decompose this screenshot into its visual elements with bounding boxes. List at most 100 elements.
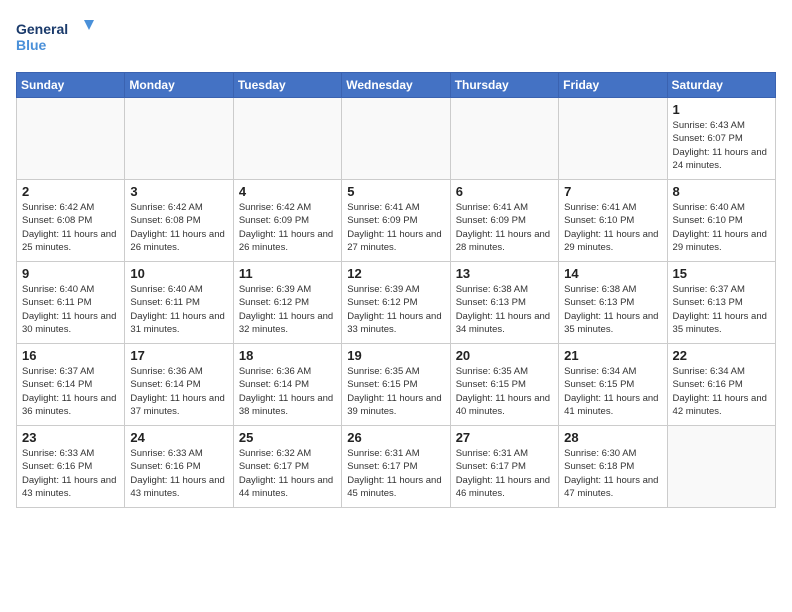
day-number: 3 [130, 184, 227, 199]
day-info: Sunrise: 6:41 AM Sunset: 6:09 PM Dayligh… [456, 201, 553, 254]
calendar-cell [233, 98, 341, 180]
day-info: Sunrise: 6:35 AM Sunset: 6:15 PM Dayligh… [347, 365, 444, 418]
day-info: Sunrise: 6:42 AM Sunset: 6:09 PM Dayligh… [239, 201, 336, 254]
day-number: 6 [456, 184, 553, 199]
day-number: 19 [347, 348, 444, 363]
day-info: Sunrise: 6:43 AM Sunset: 6:07 PM Dayligh… [673, 119, 770, 172]
day-number: 26 [347, 430, 444, 445]
day-number: 4 [239, 184, 336, 199]
calendar-cell [125, 98, 233, 180]
day-info: Sunrise: 6:42 AM Sunset: 6:08 PM Dayligh… [22, 201, 119, 254]
day-number: 24 [130, 430, 227, 445]
day-info: Sunrise: 6:41 AM Sunset: 6:09 PM Dayligh… [347, 201, 444, 254]
calendar-week-3: 16 Sunrise: 6:37 AM Sunset: 6:14 PM Dayli… [17, 344, 776, 426]
calendar-cell: 14 Sunrise: 6:38 AM Sunset: 6:13 PM Dayli… [559, 262, 667, 344]
calendar-cell [17, 98, 125, 180]
day-number: 5 [347, 184, 444, 199]
calendar: SundayMondayTuesdayWednesdayThursdayFrid… [16, 72, 776, 508]
calendar-cell: 22 Sunrise: 6:34 AM Sunset: 6:16 PM Dayli… [667, 344, 775, 426]
weekday-header-monday: Monday [125, 73, 233, 98]
day-info: Sunrise: 6:32 AM Sunset: 6:17 PM Dayligh… [239, 447, 336, 500]
day-number: 12 [347, 266, 444, 281]
calendar-cell: 16 Sunrise: 6:37 AM Sunset: 6:14 PM Dayli… [17, 344, 125, 426]
weekday-header-friday: Friday [559, 73, 667, 98]
day-info: Sunrise: 6:40 AM Sunset: 6:11 PM Dayligh… [22, 283, 119, 336]
day-info: Sunrise: 6:37 AM Sunset: 6:13 PM Dayligh… [673, 283, 770, 336]
calendar-cell: 6 Sunrise: 6:41 AM Sunset: 6:09 PM Daylig… [450, 180, 558, 262]
weekday-header-row: SundayMondayTuesdayWednesdayThursdayFrid… [17, 73, 776, 98]
calendar-week-2: 9 Sunrise: 6:40 AM Sunset: 6:11 PM Daylig… [17, 262, 776, 344]
calendar-cell: 28 Sunrise: 6:30 AM Sunset: 6:18 PM Dayli… [559, 426, 667, 508]
calendar-cell: 13Sunrise: 6:38 AM Sunset: 6:13 PM Dayli… [450, 262, 558, 344]
day-info: Sunrise: 6:33 AM Sunset: 6:16 PM Dayligh… [130, 447, 227, 500]
calendar-cell [559, 98, 667, 180]
calendar-cell: 12 Sunrise: 6:39 AM Sunset: 6:12 PM Dayli… [342, 262, 450, 344]
calendar-cell: 8Sunrise: 6:40 AM Sunset: 6:10 PM Daylig… [667, 180, 775, 262]
day-info: Sunrise: 6:34 AM Sunset: 6:15 PM Dayligh… [564, 365, 661, 418]
day-info: Sunrise: 6:33 AM Sunset: 6:16 PM Dayligh… [22, 447, 119, 500]
calendar-cell: 11 Sunrise: 6:39 AM Sunset: 6:12 PM Dayli… [233, 262, 341, 344]
day-info: Sunrise: 6:40 AM Sunset: 6:10 PM Dayligh… [673, 201, 770, 254]
calendar-cell: 23Sunrise: 6:33 AM Sunset: 6:16 PM Dayli… [17, 426, 125, 508]
day-info: Sunrise: 6:39 AM Sunset: 6:12 PM Dayligh… [347, 283, 444, 336]
day-number: 18 [239, 348, 336, 363]
day-info: Sunrise: 6:37 AM Sunset: 6:14 PM Dayligh… [22, 365, 119, 418]
day-info: Sunrise: 6:42 AM Sunset: 6:08 PM Dayligh… [130, 201, 227, 254]
svg-text:General: General [16, 21, 68, 37]
day-number: 1 [673, 102, 770, 117]
day-info: Sunrise: 6:40 AM Sunset: 6:11 PM Dayligh… [130, 283, 227, 336]
calendar-cell: 24 Sunrise: 6:33 AM Sunset: 6:16 PM Dayli… [125, 426, 233, 508]
calendar-cell: 19 Sunrise: 6:35 AM Sunset: 6:15 PM Dayli… [342, 344, 450, 426]
day-info: Sunrise: 6:39 AM Sunset: 6:12 PM Dayligh… [239, 283, 336, 336]
calendar-cell: 9 Sunrise: 6:40 AM Sunset: 6:11 PM Daylig… [17, 262, 125, 344]
calendar-cell: 10 Sunrise: 6:40 AM Sunset: 6:11 PM Dayli… [125, 262, 233, 344]
calendar-cell: 7Sunrise: 6:41 AM Sunset: 6:10 PM Daylig… [559, 180, 667, 262]
calendar-cell: 5 Sunrise: 6:41 AM Sunset: 6:09 PM Daylig… [342, 180, 450, 262]
page-header: General Blue [16, 16, 776, 60]
day-number: 2 [22, 184, 119, 199]
day-number: 14 [564, 266, 661, 281]
calendar-cell: 27 Sunrise: 6:31 AM Sunset: 6:17 PM Dayli… [450, 426, 558, 508]
day-number: 9 [22, 266, 119, 281]
calendar-cell: 17 Sunrise: 6:36 AM Sunset: 6:14 PM Dayli… [125, 344, 233, 426]
day-number: 28 [564, 430, 661, 445]
day-info: Sunrise: 6:34 AM Sunset: 6:16 PM Dayligh… [673, 365, 770, 418]
calendar-cell: 21 Sunrise: 6:34 AM Sunset: 6:15 PM Dayli… [559, 344, 667, 426]
logo: General Blue [16, 16, 96, 60]
weekday-header-thursday: Thursday [450, 73, 558, 98]
day-info: Sunrise: 6:35 AM Sunset: 6:15 PM Dayligh… [456, 365, 553, 418]
calendar-cell [450, 98, 558, 180]
calendar-cell: 20Sunrise: 6:35 AM Sunset: 6:15 PM Dayli… [450, 344, 558, 426]
day-number: 11 [239, 266, 336, 281]
calendar-week-4: 23Sunrise: 6:33 AM Sunset: 6:16 PM Dayli… [17, 426, 776, 508]
day-number: 27 [456, 430, 553, 445]
day-info: Sunrise: 6:30 AM Sunset: 6:18 PM Dayligh… [564, 447, 661, 500]
calendar-week-0: 1 Sunrise: 6:43 AM Sunset: 6:07 PM Daylig… [17, 98, 776, 180]
day-number: 7 [564, 184, 661, 199]
day-info: Sunrise: 6:31 AM Sunset: 6:17 PM Dayligh… [456, 447, 553, 500]
calendar-cell [342, 98, 450, 180]
svg-text:Blue: Blue [16, 37, 47, 53]
calendar-cell: 2 Sunrise: 6:42 AM Sunset: 6:08 PM Daylig… [17, 180, 125, 262]
day-info: Sunrise: 6:38 AM Sunset: 6:13 PM Dayligh… [564, 283, 661, 336]
day-info: Sunrise: 6:36 AM Sunset: 6:14 PM Dayligh… [130, 365, 227, 418]
weekday-header-tuesday: Tuesday [233, 73, 341, 98]
day-number: 10 [130, 266, 227, 281]
calendar-cell: 3 Sunrise: 6:42 AM Sunset: 6:08 PM Daylig… [125, 180, 233, 262]
weekday-header-sunday: Sunday [17, 73, 125, 98]
day-number: 21 [564, 348, 661, 363]
day-info: Sunrise: 6:36 AM Sunset: 6:14 PM Dayligh… [239, 365, 336, 418]
day-info: Sunrise: 6:38 AM Sunset: 6:13 PM Dayligh… [456, 283, 553, 336]
calendar-cell: 18 Sunrise: 6:36 AM Sunset: 6:14 PM Dayli… [233, 344, 341, 426]
weekday-header-wednesday: Wednesday [342, 73, 450, 98]
day-number: 17 [130, 348, 227, 363]
day-number: 15 [673, 266, 770, 281]
calendar-cell: 15 Sunrise: 6:37 AM Sunset: 6:13 PM Dayli… [667, 262, 775, 344]
calendar-cell: 25 Sunrise: 6:32 AM Sunset: 6:17 PM Dayli… [233, 426, 341, 508]
logo-svg: General Blue [16, 16, 96, 60]
calendar-week-1: 2 Sunrise: 6:42 AM Sunset: 6:08 PM Daylig… [17, 180, 776, 262]
calendar-cell [667, 426, 775, 508]
day-number: 22 [673, 348, 770, 363]
day-number: 25 [239, 430, 336, 445]
day-number: 16 [22, 348, 119, 363]
